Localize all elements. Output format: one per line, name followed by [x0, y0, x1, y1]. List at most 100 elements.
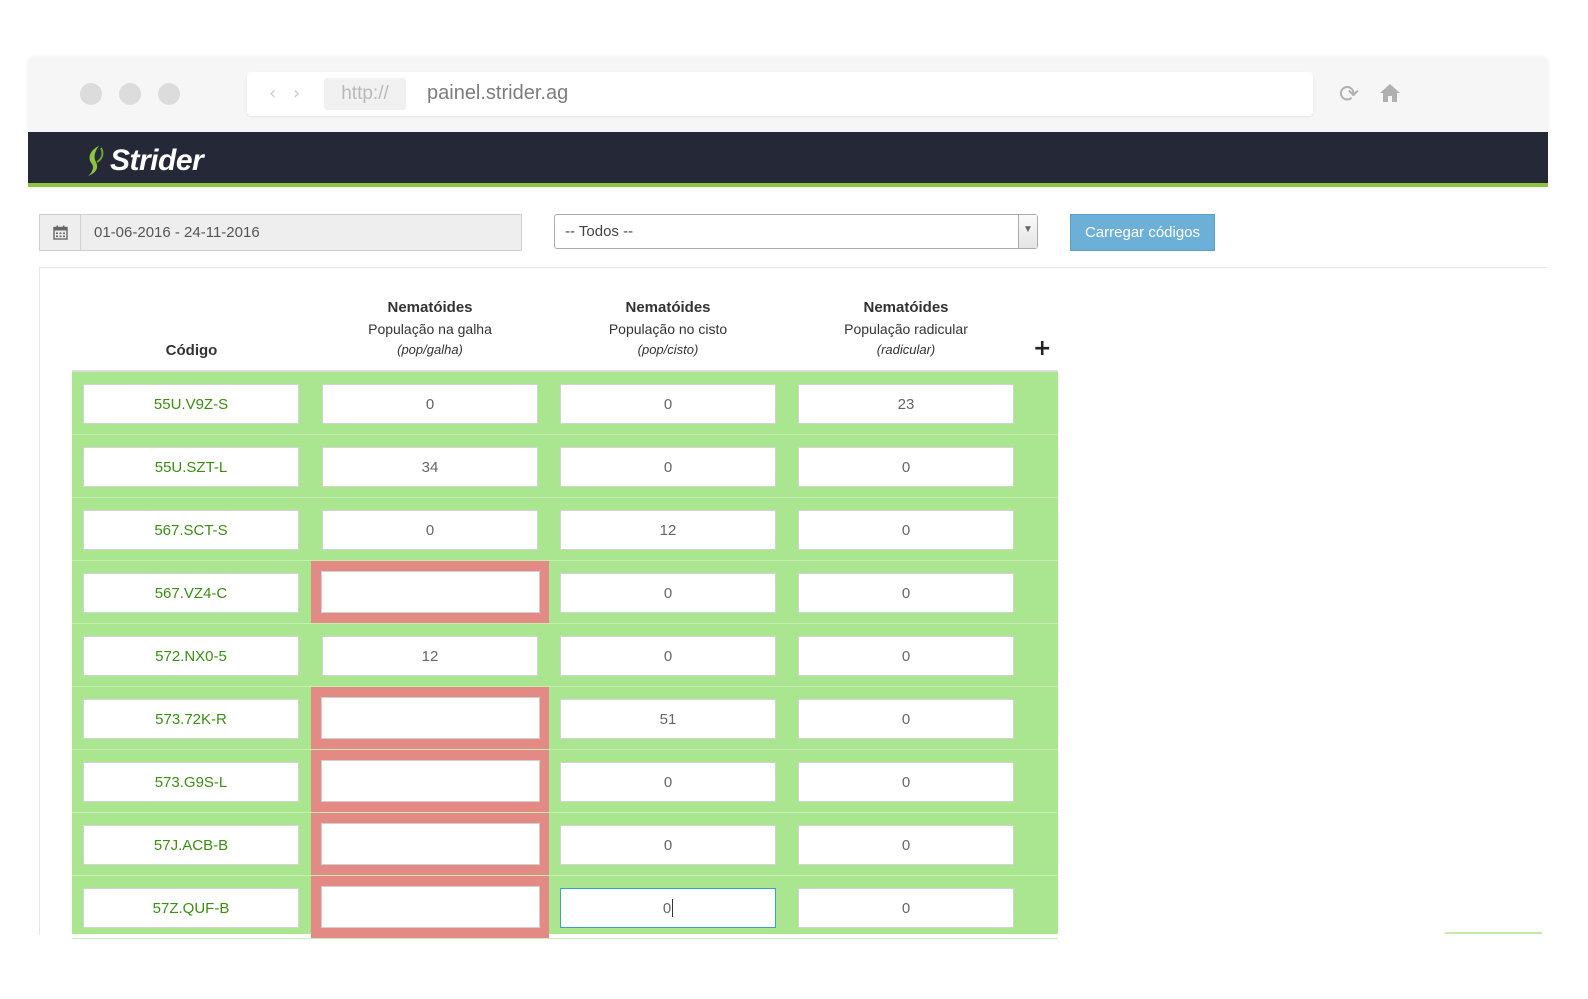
code-field[interactable]: 572.NX0-5	[83, 636, 299, 676]
value-input[interactable]: 0	[560, 447, 776, 487]
value-input[interactable]: 0	[560, 384, 776, 424]
value-input[interactable]: 0	[560, 636, 776, 676]
url-text[interactable]: painel.strider.ag	[427, 82, 568, 105]
value-text: 34	[421, 458, 439, 476]
value-input[interactable]: 0	[560, 573, 776, 613]
value-input[interactable]: 0	[560, 888, 776, 928]
code-field[interactable]: 567.VZ4-C	[83, 573, 299, 613]
table-row: 567.VZ4-C 0 0	[72, 561, 1058, 624]
filter-select[interactable]: -- Todos -- ▼	[554, 214, 1038, 249]
value-input[interactable]: 51	[560, 699, 776, 739]
calendar-icon[interactable]	[40, 215, 81, 250]
window-close-dot[interactable]	[80, 83, 102, 105]
value-cell: 0	[311, 372, 549, 434]
value-cell: 0	[787, 750, 1025, 812]
value-input[interactable]: 0	[798, 573, 1014, 613]
code-field[interactable]: 573.G9S-L	[83, 762, 299, 802]
back-arrow-icon[interactable]: ‹	[269, 83, 276, 104]
table-row: 573.72K-R 51 0	[72, 687, 1058, 750]
value-cell: 0	[787, 876, 1025, 938]
value-input[interactable]: 0	[798, 510, 1014, 550]
value-cell: 0	[311, 498, 549, 560]
value-text: 12	[659, 521, 677, 539]
column-subtitle: População na galha	[368, 321, 492, 337]
panel-accent-line	[1445, 932, 1542, 934]
value-input[interactable]: 0	[798, 447, 1014, 487]
code-column-header: Código	[165, 342, 218, 359]
value-input[interactable]: 12	[322, 636, 538, 676]
value-input[interactable]	[321, 571, 540, 613]
code-cell: 57Z.QUF-B	[72, 876, 311, 938]
table-row: 573.G9S-L 0 0	[72, 750, 1058, 813]
forward-arrow-icon[interactable]: ›	[293, 83, 300, 104]
table-row: 567.SCT-S 0 12 0	[72, 498, 1058, 561]
value-cell: 0	[787, 435, 1025, 497]
table-row: 55U.SZT-L 34 0 0	[72, 435, 1058, 498]
value-cell: 0	[549, 750, 787, 812]
value-input[interactable]: 0	[560, 762, 776, 802]
window-maximize-dot[interactable]	[158, 83, 180, 105]
column-header-galha: Nematóides População na galha (pop/galha…	[311, 299, 549, 357]
load-codes-button[interactable]: Carregar códigos	[1070, 214, 1215, 251]
code-field[interactable]: 573.72K-R	[83, 699, 299, 739]
leaf-icon	[88, 146, 104, 176]
browser-window: ‹ › http:// painel.strider.ag ⟳ Strider	[28, 57, 1548, 191]
address-bar[interactable]: ‹ › http:// painel.strider.ag	[247, 72, 1313, 116]
value-text: 23	[897, 395, 915, 413]
code-field[interactable]: 57J.ACB-B	[83, 825, 299, 865]
strider-logo[interactable]: Strider	[84, 144, 204, 178]
value-input[interactable]: 0	[798, 762, 1014, 802]
error-cell	[311, 561, 549, 623]
code-field[interactable]: 55U.SZT-L	[83, 447, 299, 487]
value-cell: 0	[787, 687, 1025, 749]
value-input[interactable]: 0	[798, 636, 1014, 676]
value-input[interactable]: 12	[560, 510, 776, 550]
code-field[interactable]: 567.SCT-S	[83, 510, 299, 550]
text-caret	[672, 899, 674, 917]
column-title: Nematóides	[625, 299, 711, 316]
code-cell: 567.VZ4-C	[72, 561, 311, 623]
code-cell: 57J.ACB-B	[72, 813, 311, 875]
value-input[interactable]: 0	[560, 825, 776, 865]
value-input[interactable]: 0	[798, 825, 1014, 865]
brand-name: Strider	[110, 144, 204, 177]
column-header-radicular: Nematóides População radicular (radicula…	[787, 299, 1025, 357]
column-unit: (radicular)	[876, 342, 936, 357]
reload-icon[interactable]: ⟳	[1339, 81, 1359, 107]
value-input[interactable]: 34	[322, 447, 538, 487]
value-input[interactable]: 0	[322, 510, 538, 550]
code-cell: 573.G9S-L	[72, 750, 311, 812]
value-text: 0	[901, 773, 911, 791]
value-text: 0	[901, 836, 911, 854]
code-cell: 573.72K-R	[72, 687, 311, 749]
value-input[interactable]: 0	[798, 888, 1014, 928]
value-input[interactable]: 23	[798, 384, 1014, 424]
code-field[interactable]: 55U.V9Z-S	[83, 384, 299, 424]
value-cell: 12	[549, 498, 787, 560]
value-cell: 0	[549, 813, 787, 875]
home-icon[interactable]	[1378, 81, 1402, 110]
value-input[interactable]: 0	[798, 699, 1014, 739]
chevron-down-icon[interactable]: ▼	[1018, 215, 1037, 248]
add-column-icon[interactable]: +	[1033, 338, 1051, 360]
value-input[interactable]: 0	[322, 384, 538, 424]
column-subtitle: População no cisto	[608, 321, 728, 337]
window-minimize-dot[interactable]	[119, 83, 141, 105]
value-cell: 0	[549, 372, 787, 434]
value-input[interactable]	[321, 823, 540, 865]
value-text: 0	[901, 647, 911, 665]
column-unit: (pop/galha)	[397, 342, 463, 357]
table-row: 57J.ACB-B 0 0	[72, 813, 1058, 876]
filter-select-value: -- Todos --	[565, 223, 634, 240]
code-cell: 567.SCT-S	[72, 498, 311, 560]
value-input[interactable]	[321, 886, 540, 928]
value-cell: 0	[549, 561, 787, 623]
value-input[interactable]	[321, 760, 540, 802]
code-field[interactable]: 57Z.QUF-B	[83, 888, 299, 928]
column-title: Nematóides	[863, 299, 949, 316]
value-text: 0	[901, 521, 911, 539]
value-input[interactable]	[321, 697, 540, 739]
value-cell: 12	[311, 624, 549, 686]
code-cell: 572.NX0-5	[72, 624, 311, 686]
date-range-input[interactable]: 01-06-2016 - 24-11-2016	[39, 214, 522, 251]
